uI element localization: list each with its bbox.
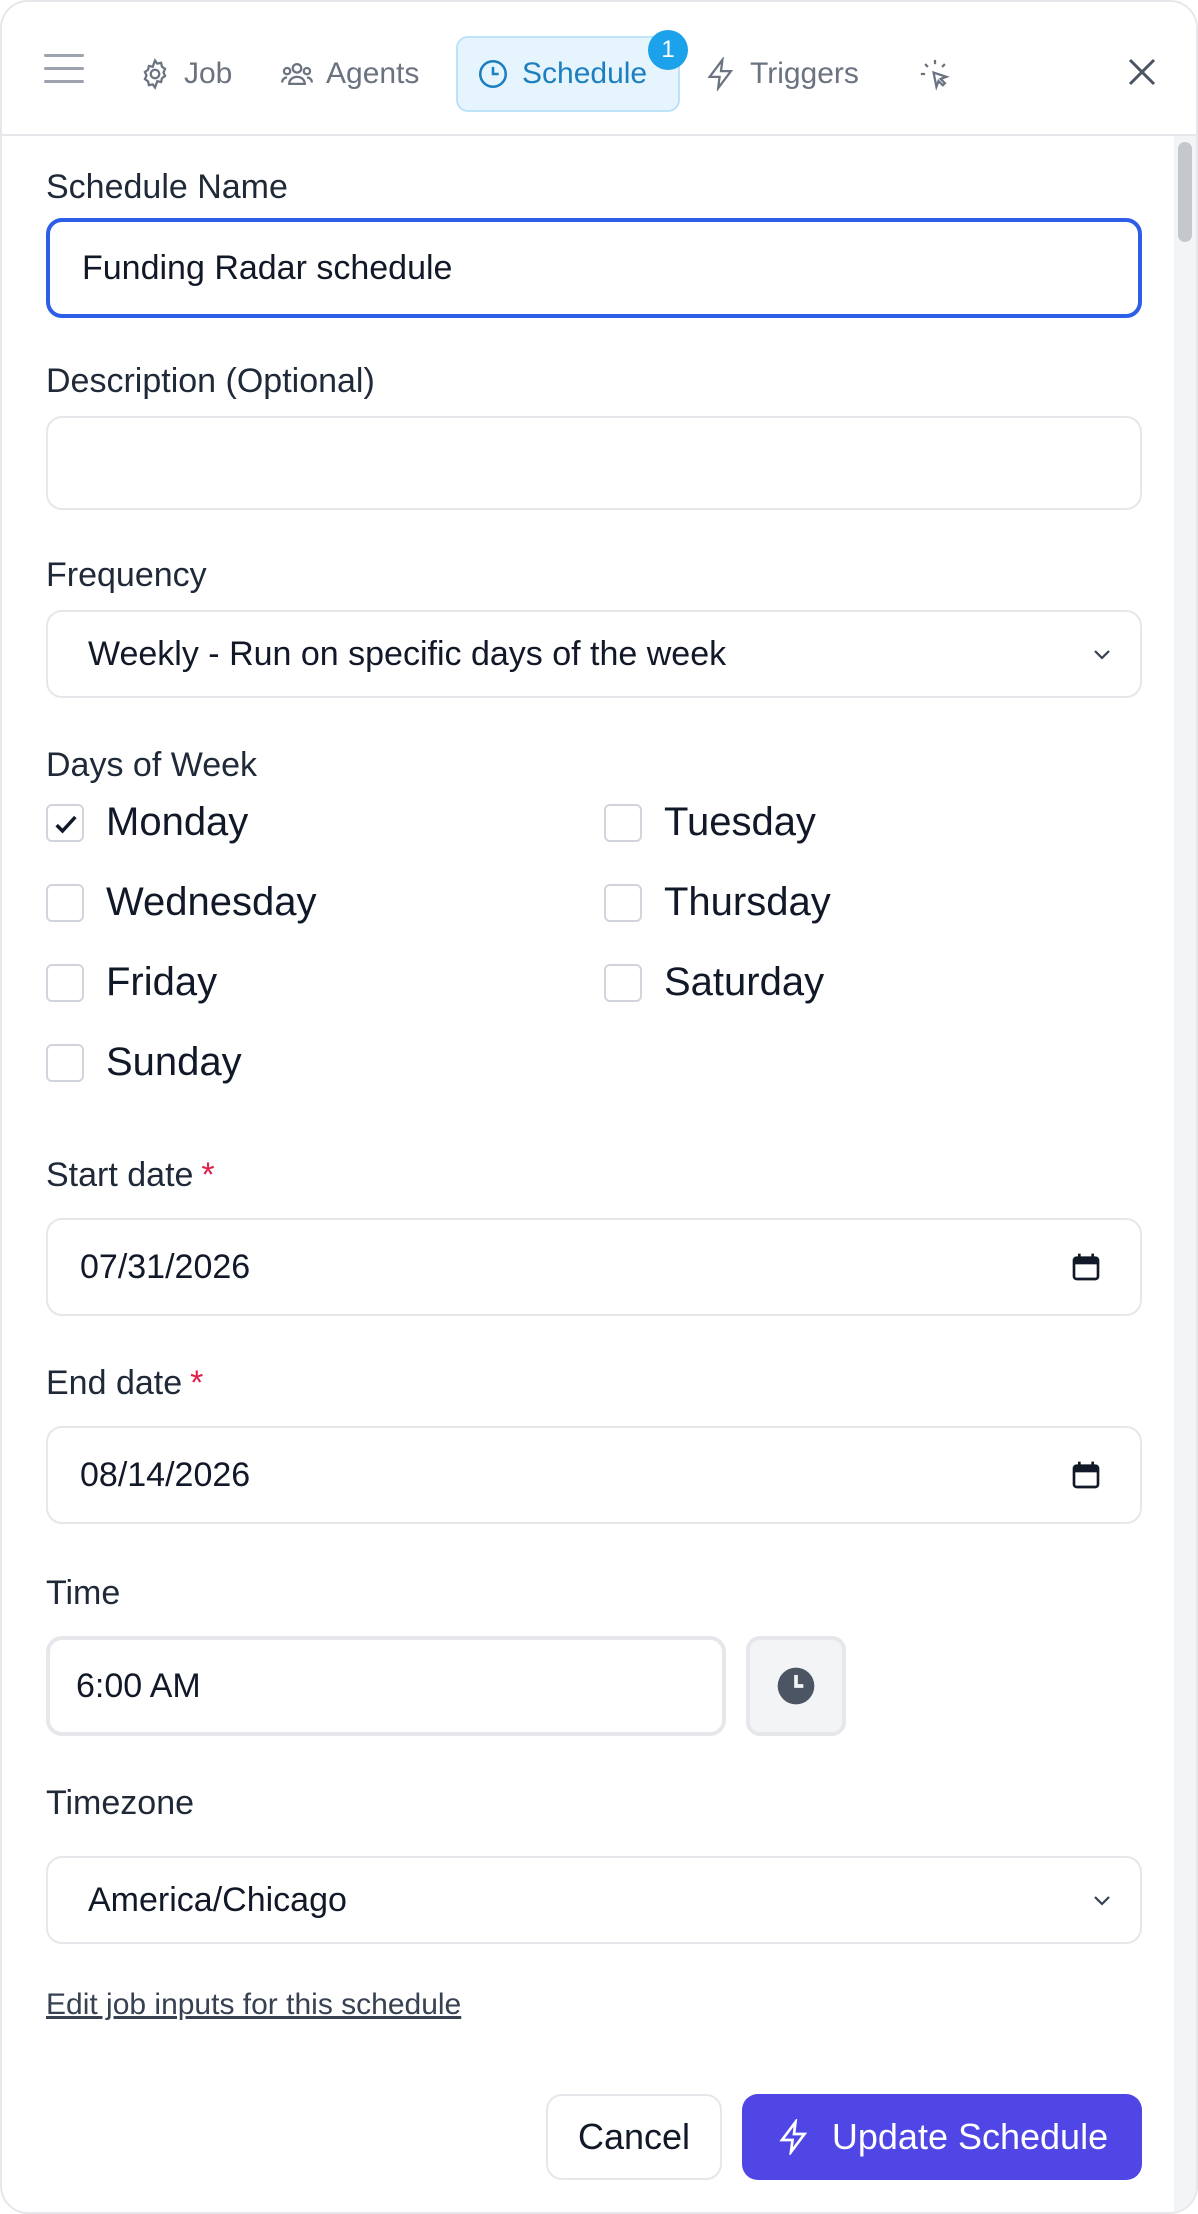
cursor-click-icon (920, 59, 950, 91)
day-label: Saturday (664, 960, 825, 1004)
end-date-input[interactable]: 08/14/2026 (46, 1426, 1142, 1524)
schedule-name-label: Schedule Name (46, 168, 288, 206)
notification-badge: 1 (648, 30, 688, 70)
time-picker-button[interactable] (746, 1636, 846, 1736)
schedule-name-value: Funding Radar schedule (82, 248, 453, 287)
day-checkbox-sunday[interactable]: Sunday (46, 1040, 242, 1085)
day-checkbox-wednesday[interactable]: Wednesday (46, 880, 317, 925)
checkbox[interactable] (604, 803, 642, 842)
day-checkbox-thursday[interactable]: Thursday (604, 880, 831, 925)
day-label: Monday (106, 800, 249, 844)
panel-header: Job Agents Schedule 1 Triggers (2, 2, 1196, 136)
tab-schedule[interactable]: Schedule 1 (456, 30, 688, 112)
time-value: 6:00 AM (76, 1666, 201, 1705)
tab-job[interactable]: Job (120, 36, 250, 112)
gear-icon (143, 58, 167, 90)
users-icon (280, 62, 314, 86)
update-schedule-label: Update Schedule (831, 2116, 1109, 2157)
checkbox[interactable] (46, 883, 84, 922)
lightning-icon (707, 57, 734, 91)
calendar-icon[interactable] (1070, 1251, 1102, 1283)
timezone-select[interactable]: America/Chicago (46, 1856, 1142, 1944)
tab-agents-label: Agents (326, 57, 420, 90)
frequency-value: Weekly - Run on specific days of the wee… (88, 634, 727, 673)
timezone-value: America/Chicago (88, 1880, 347, 1919)
time-label: Time (46, 1574, 121, 1612)
scrollbar-thumb[interactable] (1178, 142, 1192, 242)
frequency-select[interactable]: Weekly - Run on specific days of the wee… (46, 610, 1142, 698)
tab-schedule-label: Schedule (522, 57, 648, 90)
time-input[interactable]: 6:00 AM (46, 1636, 726, 1736)
tab-agents[interactable]: Agents (262, 36, 437, 112)
update-schedule-button[interactable]: Update Schedule (742, 2094, 1142, 2180)
edit-job-inputs-link[interactable]: Edit job inputs for this schedule (46, 1988, 461, 2022)
day-label: Tuesday (664, 800, 816, 844)
timezone-label: Timezone (46, 1784, 195, 1822)
checkbox[interactable] (46, 1043, 84, 1082)
start-date-value: 07/31/2026 (80, 1247, 251, 1286)
scrollbar-track[interactable] (1174, 136, 1196, 2212)
tab-activity[interactable] (900, 36, 982, 112)
start-date-label: Start date * (46, 1156, 215, 1195)
description-label: Description (Optional) (46, 362, 375, 400)
calendar-icon[interactable] (1070, 1459, 1102, 1491)
cancel-button[interactable]: Cancel (546, 2094, 722, 2180)
required-indicator: * (201, 1156, 215, 1194)
checkbox[interactable] (604, 883, 642, 922)
tab-triggers[interactable]: Triggers (686, 36, 877, 112)
end-date-label: End date * (46, 1364, 203, 1403)
checkbox[interactable] (46, 803, 84, 842)
start-date-label-text: Start date (46, 1156, 194, 1194)
clock-icon (777, 1667, 815, 1705)
clock-icon (478, 59, 508, 89)
checkbox[interactable] (46, 963, 84, 1002)
day-checkbox-saturday[interactable]: Saturday (604, 960, 824, 1005)
tab-triggers-label: Triggers (750, 57, 859, 90)
day-checkbox-monday[interactable]: Monday (46, 800, 248, 845)
start-date-input[interactable]: 07/31/2026 (46, 1218, 1142, 1316)
description-input[interactable] (46, 416, 1142, 510)
schedule-name-input[interactable]: Funding Radar schedule (46, 218, 1142, 318)
day-label: Thursday (664, 880, 831, 924)
lightning-icon (779, 2119, 808, 2155)
frequency-label: Frequency (46, 556, 207, 594)
day-label: Sunday (106, 1040, 242, 1084)
days-of-week-label: Days of Week (46, 746, 258, 784)
day-label: Friday (106, 960, 218, 1004)
end-date-value: 08/14/2026 (80, 1455, 251, 1494)
day-label: Wednesday (106, 880, 317, 924)
required-indicator: * (190, 1364, 204, 1402)
schedule-panel: Job Agents Schedule 1 Triggers Schedule … (0, 0, 1198, 2214)
tab-job-label: Job (184, 57, 233, 90)
close-icon[interactable] (1124, 54, 1160, 90)
chevron-down-icon (1094, 650, 1110, 660)
checkmark-icon (55, 815, 77, 834)
chevron-down-icon (1094, 1896, 1110, 1906)
menu-icon[interactable] (44, 54, 84, 86)
day-checkbox-tuesday[interactable]: Tuesday (604, 800, 816, 845)
end-date-label-text: End date (46, 1364, 183, 1402)
day-checkbox-friday[interactable]: Friday (46, 960, 217, 1005)
checkbox[interactable] (604, 963, 642, 1002)
